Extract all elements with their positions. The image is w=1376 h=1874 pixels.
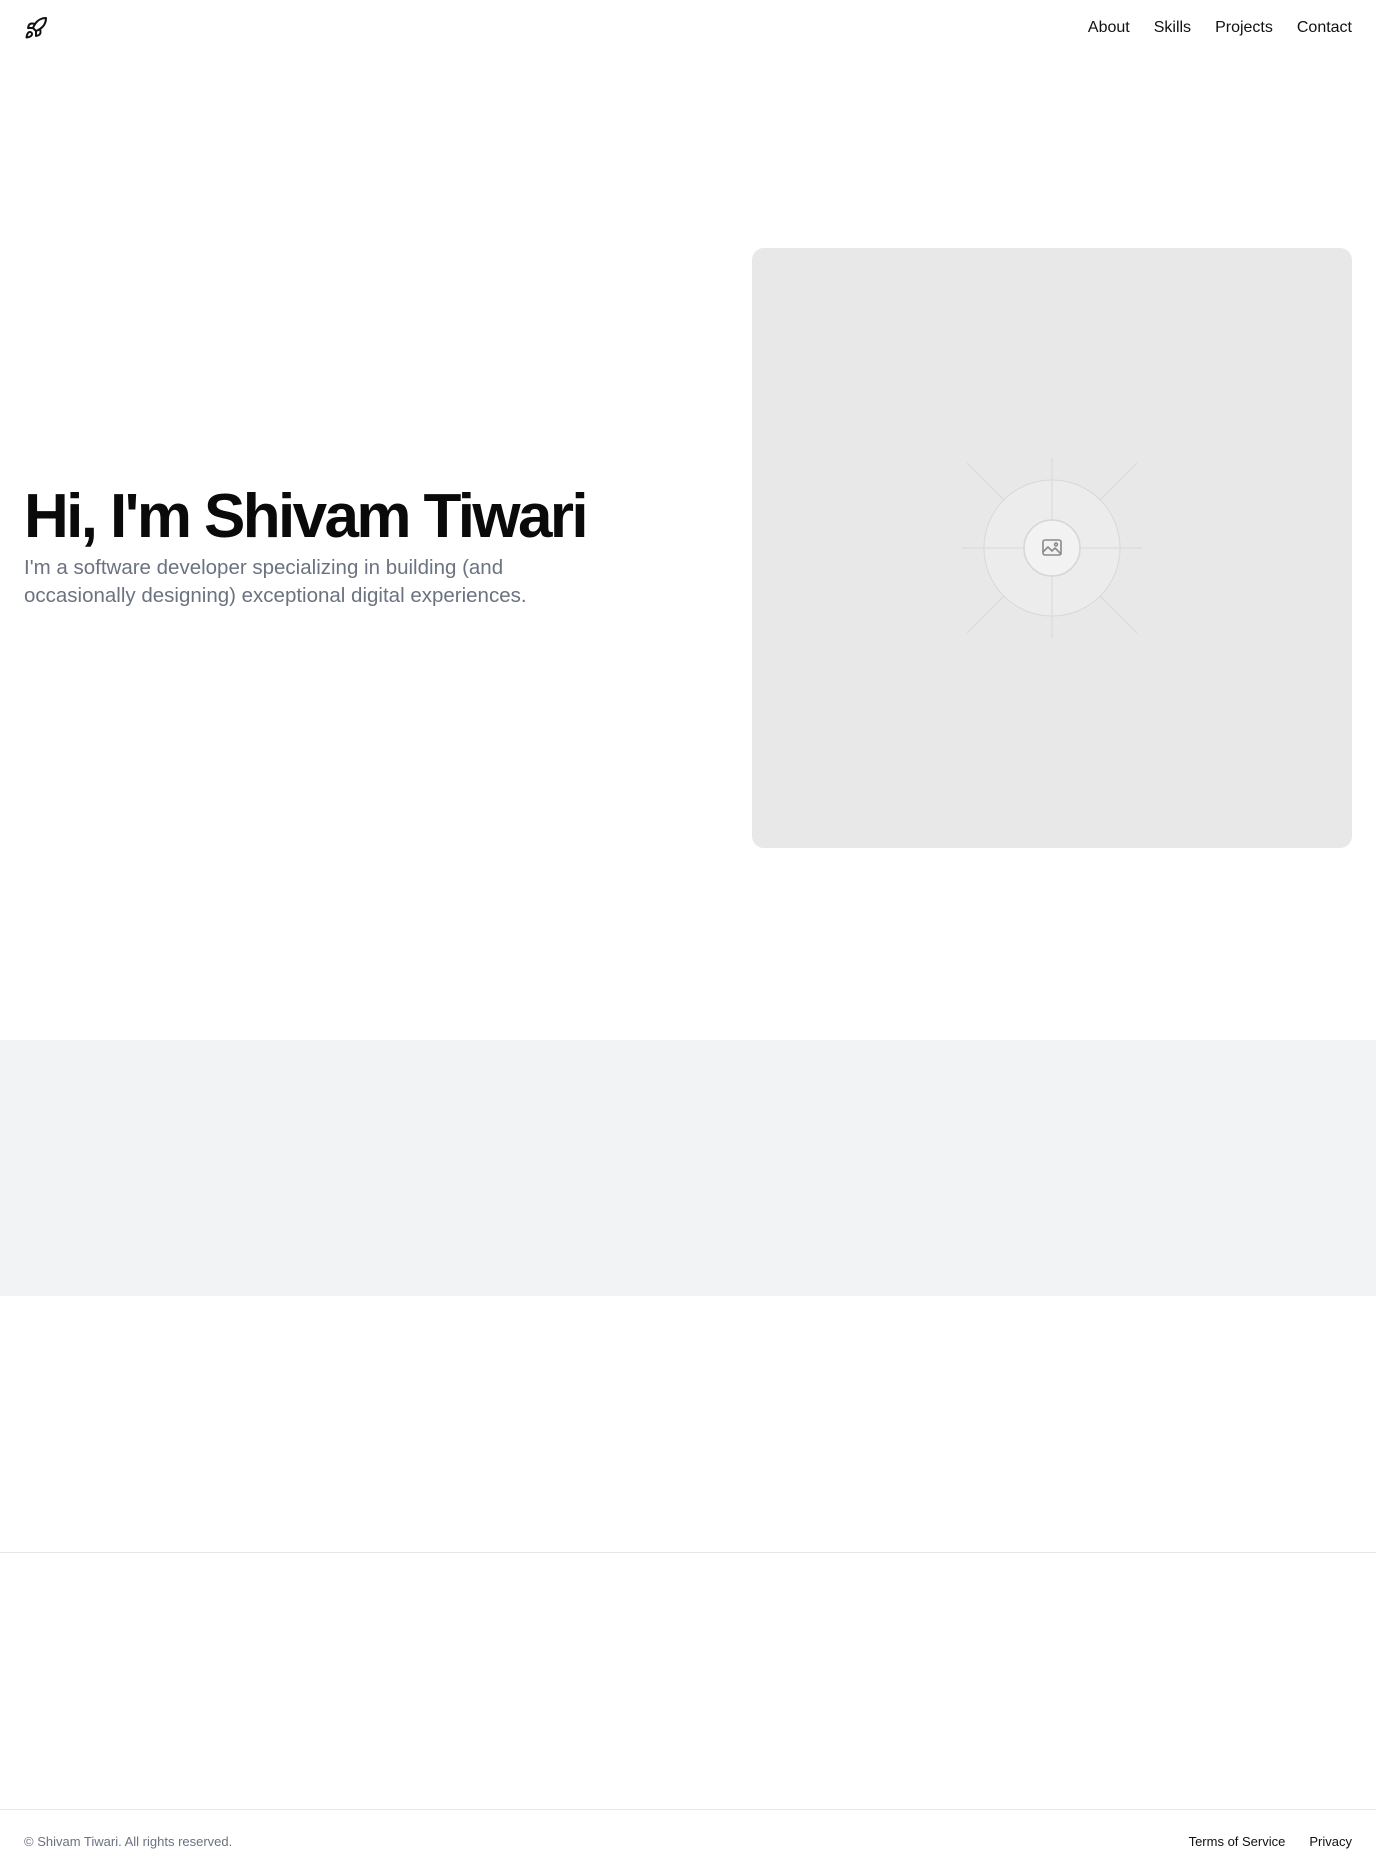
- image-placeholder-icon: [962, 458, 1142, 638]
- main-nav: About Skills Projects Contact: [1088, 17, 1352, 39]
- hero-image-placeholder: [752, 248, 1352, 848]
- section-divider: [0, 1552, 1376, 1553]
- hero-subtitle: I'm a software developer specializing in…: [24, 556, 527, 607]
- terms-of-service-link[interactable]: Terms of Service: [1189, 1834, 1286, 1850]
- rocket-icon[interactable]: [24, 16, 48, 40]
- privacy-link[interactable]: Privacy: [1309, 1834, 1352, 1850]
- copyright-text: © Shivam Tiwari. All rights reserved.: [24, 1834, 233, 1849]
- site-header: About Skills Projects Contact: [0, 0, 1376, 56]
- nav-link-contact[interactable]: Contact: [1297, 17, 1352, 39]
- hero-title: Hi, I'm Shivam Tiwari: [24, 482, 589, 551]
- nav-link-skills[interactable]: Skills: [1154, 17, 1191, 39]
- section-band: [0, 1040, 1376, 1296]
- nav-link-about[interactable]: About: [1088, 17, 1130, 39]
- nav-link-projects[interactable]: Projects: [1215, 17, 1273, 39]
- footer-divider: [0, 1809, 1376, 1810]
- footer-links: Terms of Service Privacy: [1189, 1834, 1352, 1850]
